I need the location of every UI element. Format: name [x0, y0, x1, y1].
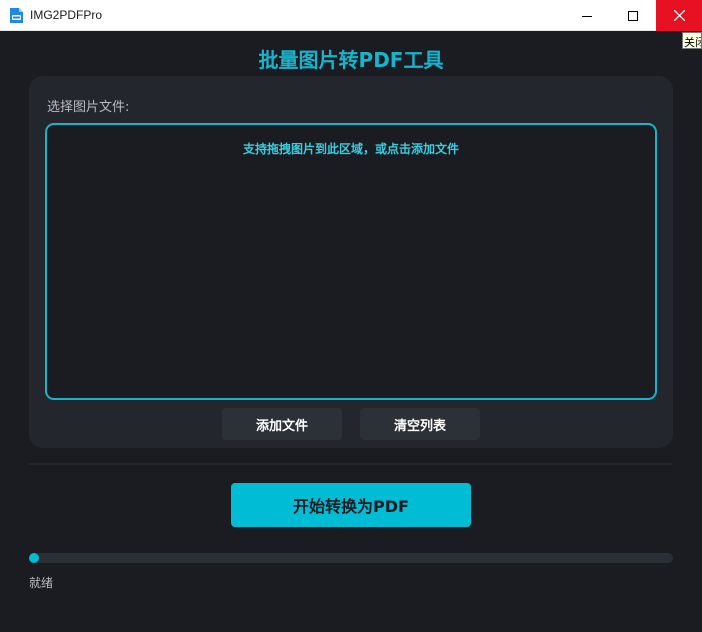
close-button[interactable] [656, 0, 702, 31]
divider [29, 463, 673, 465]
add-files-button[interactable]: 添加文件 [222, 408, 342, 440]
file-select-label: 选择图片文件: [47, 100, 130, 115]
maximize-icon [628, 10, 638, 21]
minimize-icon [582, 15, 592, 17]
progress-indicator [29, 553, 39, 563]
pdf-app-icon [10, 8, 23, 23]
file-drop-zone[interactable]: 支持拖拽图片到此区域，或点击添加文件 [45, 123, 657, 400]
close-icon [673, 10, 685, 21]
status-text: 就绪 [29, 576, 54, 590]
window-title: IMG2PDFPro [30, 8, 103, 22]
maximize-button[interactable] [610, 0, 656, 31]
convert-button[interactable]: 开始转换为PDF [231, 483, 471, 527]
progress-bar [29, 553, 673, 563]
drop-hint: 支持拖拽图片到此区域，或点击添加文件 [242, 142, 459, 156]
minimize-button[interactable] [564, 0, 610, 31]
file-panel: 选择图片文件: 支持拖拽图片到此区域，或点击添加文件 添加文件 清空列表 [29, 76, 673, 448]
clear-list-button[interactable]: 清空列表 [360, 408, 480, 440]
title-bar: IMG2PDFPro [0, 0, 702, 31]
page-title: 批量图片转PDF工具 [258, 48, 444, 72]
